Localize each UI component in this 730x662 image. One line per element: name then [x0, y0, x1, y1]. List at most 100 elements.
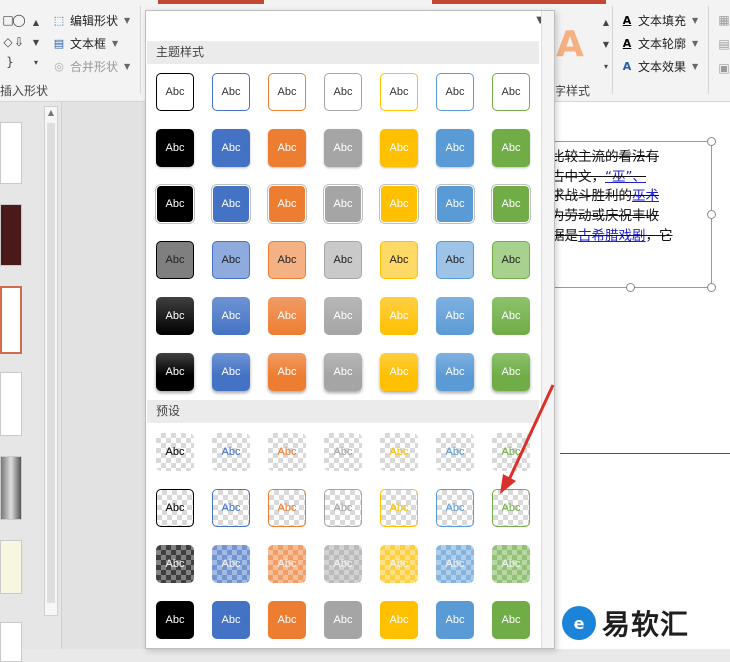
- style-swatch[interactable]: Abc: [268, 489, 306, 527]
- wordart-preview-icon[interactable]: A: [556, 24, 584, 65]
- style-swatch[interactable]: Abc: [212, 185, 250, 223]
- arrange-icon[interactable]: ▦: [716, 12, 730, 28]
- style-swatch[interactable]: Abc: [436, 353, 474, 391]
- oval-shape-icon[interactable]: ◯: [11, 12, 27, 28]
- style-swatch[interactable]: Abc: [380, 489, 418, 527]
- style-swatch[interactable]: Abc: [436, 185, 474, 223]
- style-swatch[interactable]: Abc: [492, 73, 530, 111]
- style-swatch[interactable]: Abc: [492, 297, 530, 335]
- brace-shape-icon[interactable]: }: [2, 54, 18, 70]
- style-swatch[interactable]: Abc: [380, 73, 418, 111]
- slide-text-link[interactable]: 巫术: [632, 188, 659, 204]
- merge-shapes-button[interactable]: ◎ 合并形状 ▼: [52, 56, 130, 76]
- style-swatch[interactable]: Abc: [436, 545, 474, 583]
- text-outline-button[interactable]: A 文本轮廓 ▼: [620, 33, 698, 53]
- style-swatch[interactable]: Abc: [324, 73, 362, 111]
- style-swatch[interactable]: Abc: [492, 433, 530, 471]
- style-swatch[interactable]: Abc: [156, 185, 194, 223]
- style-swatch[interactable]: Abc: [380, 353, 418, 391]
- style-swatch[interactable]: Abc: [436, 241, 474, 279]
- style-swatch[interactable]: Abc: [268, 73, 306, 111]
- style-swatch[interactable]: Abc: [268, 185, 306, 223]
- style-swatch[interactable]: Abc: [492, 353, 530, 391]
- style-swatch[interactable]: Abc: [268, 241, 306, 279]
- style-swatch[interactable]: Abc: [324, 433, 362, 471]
- style-swatch[interactable]: Abc: [212, 241, 250, 279]
- down-arrow-shape-icon[interactable]: ⇩: [11, 34, 27, 50]
- style-swatch[interactable]: Abc: [436, 297, 474, 335]
- slide-text-link[interactable]: 古希腊戏剧: [578, 228, 646, 244]
- style-swatch[interactable]: Abc: [324, 129, 362, 167]
- align-icon[interactable]: ▤: [716, 36, 730, 52]
- edit-shape-button[interactable]: ⬚ 编辑形状 ▼: [52, 10, 130, 30]
- style-swatch[interactable]: Abc: [156, 73, 194, 111]
- resize-handle[interactable]: [707, 137, 716, 146]
- style-swatch[interactable]: Abc: [492, 489, 530, 527]
- thumbnail-scrollbar[interactable]: ▲: [44, 106, 58, 616]
- style-swatch[interactable]: Abc: [324, 489, 362, 527]
- style-swatch[interactable]: Abc: [156, 129, 194, 167]
- style-swatch[interactable]: Abc: [212, 545, 250, 583]
- slide-thumbnail[interactable]: [0, 540, 22, 594]
- style-swatch[interactable]: Abc: [380, 297, 418, 335]
- style-swatch[interactable]: Abc: [436, 129, 474, 167]
- style-swatch[interactable]: Abc: [268, 297, 306, 335]
- style-swatch[interactable]: Abc: [212, 73, 250, 111]
- style-swatch[interactable]: Abc: [156, 297, 194, 335]
- style-swatch[interactable]: Abc: [436, 489, 474, 527]
- style-swatch[interactable]: Abc: [492, 601, 530, 639]
- style-swatch[interactable]: Abc: [268, 545, 306, 583]
- style-swatch[interactable]: Abc: [156, 601, 194, 639]
- style-swatch[interactable]: Abc: [492, 185, 530, 223]
- slide-thumbnail[interactable]: [0, 622, 22, 662]
- resize-handle[interactable]: [707, 210, 716, 219]
- slide-thumbnail[interactable]: [0, 122, 22, 184]
- group-icon[interactable]: ▣: [716, 60, 730, 76]
- style-swatch[interactable]: Abc: [268, 129, 306, 167]
- style-swatch[interactable]: Abc: [380, 433, 418, 471]
- style-swatch[interactable]: Abc: [212, 129, 250, 167]
- style-swatch[interactable]: Abc: [324, 185, 362, 223]
- resize-handle[interactable]: [626, 283, 635, 292]
- style-swatch[interactable]: Abc: [380, 185, 418, 223]
- gallery-scroll-down-icon[interactable]: ▼: [28, 34, 44, 50]
- resize-handle[interactable]: [707, 283, 716, 292]
- style-swatch[interactable]: Abc: [268, 353, 306, 391]
- text-fill-button[interactable]: A 文本填充 ▼: [620, 10, 698, 30]
- style-swatch[interactable]: Abc: [380, 601, 418, 639]
- style-swatch[interactable]: Abc: [156, 353, 194, 391]
- style-swatch[interactable]: Abc: [324, 601, 362, 639]
- style-swatch[interactable]: Abc: [212, 297, 250, 335]
- scroll-up-icon[interactable]: ▲: [45, 108, 57, 117]
- style-swatch[interactable]: Abc: [436, 73, 474, 111]
- style-swatch[interactable]: Abc: [380, 241, 418, 279]
- text-effects-button[interactable]: A 文本效果 ▼: [620, 56, 698, 76]
- style-swatch[interactable]: Abc: [156, 545, 194, 583]
- slide-thumbnail-selected[interactable]: [0, 286, 22, 354]
- style-swatch[interactable]: Abc: [492, 241, 530, 279]
- style-swatch[interactable]: Abc: [212, 601, 250, 639]
- text-box-button[interactable]: ▤ 文本框 ▼: [52, 33, 118, 53]
- style-swatch[interactable]: Abc: [380, 545, 418, 583]
- style-swatch[interactable]: Abc: [268, 433, 306, 471]
- slide-thumbnail[interactable]: [0, 456, 22, 520]
- style-swatch[interactable]: Abc: [156, 241, 194, 279]
- scrollbar-thumb[interactable]: [47, 123, 55, 603]
- style-swatch[interactable]: Abc: [212, 489, 250, 527]
- style-swatch[interactable]: Abc: [324, 545, 362, 583]
- style-swatch[interactable]: Abc: [492, 129, 530, 167]
- style-swatch[interactable]: Abc: [436, 601, 474, 639]
- gallery-scroll-up-icon[interactable]: ▲: [28, 14, 44, 30]
- style-swatch[interactable]: Abc: [156, 489, 194, 527]
- slide-line-shape[interactable]: [560, 453, 730, 454]
- style-swatch[interactable]: Abc: [268, 601, 306, 639]
- style-swatch[interactable]: Abc: [324, 297, 362, 335]
- style-swatch[interactable]: Abc: [492, 545, 530, 583]
- slide-text-link[interactable]: “巫”、: [605, 169, 646, 185]
- style-swatch[interactable]: Abc: [212, 433, 250, 471]
- style-swatch[interactable]: Abc: [324, 241, 362, 279]
- gallery-scrollbar[interactable]: [541, 11, 554, 648]
- style-swatch[interactable]: Abc: [380, 129, 418, 167]
- gallery-more-icon[interactable]: ▾: [28, 54, 44, 70]
- slide-thumbnail[interactable]: [0, 372, 22, 436]
